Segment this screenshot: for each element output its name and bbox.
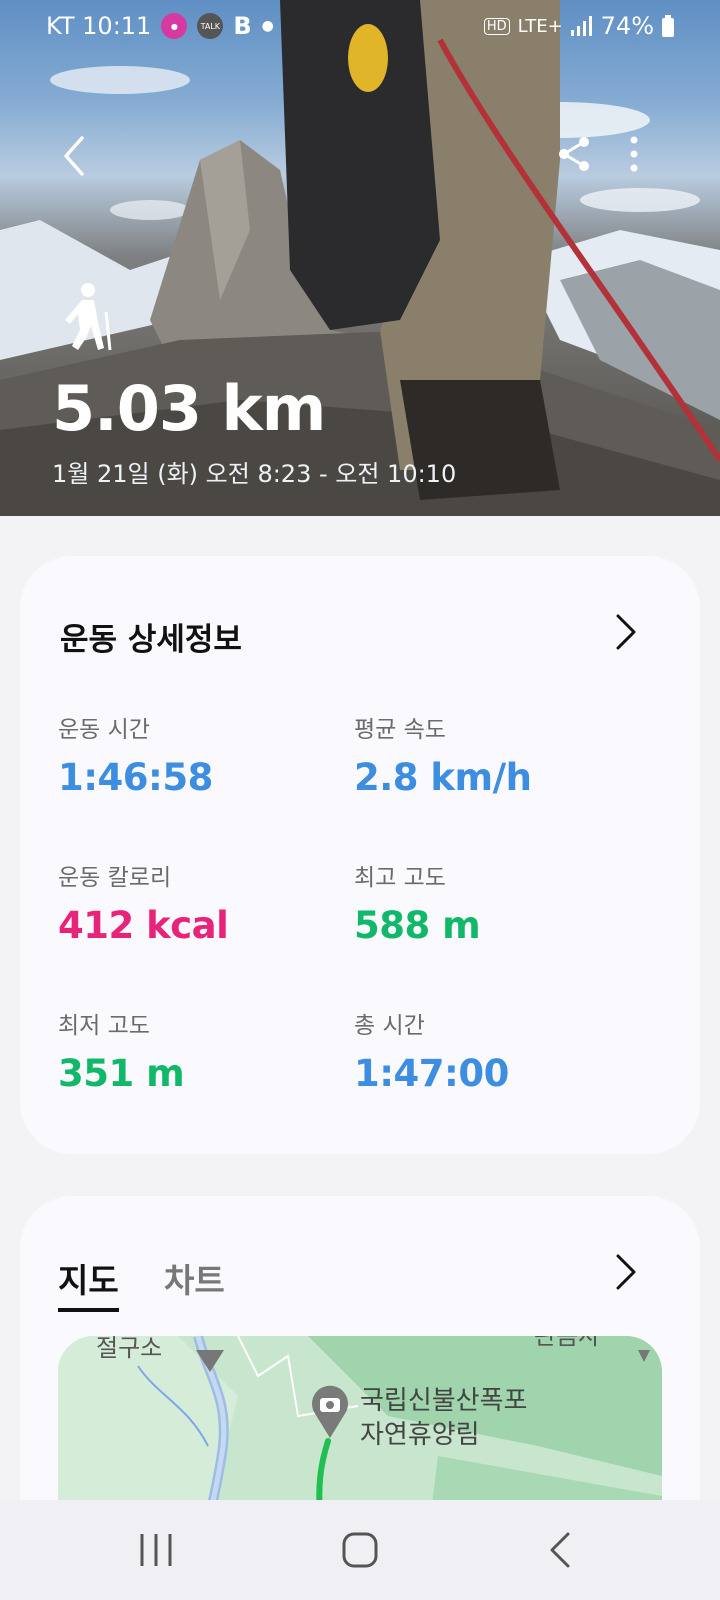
app-notification-icon: ● <box>161 13 188 39</box>
tab-map[interactable]: 지도 <box>58 1254 119 1312</box>
share-button[interactable] <box>554 134 594 174</box>
stat-min-altitude: 최저 고도 351 m <box>58 1006 185 1095</box>
signal-icon <box>570 16 592 36</box>
stat-value: 412 kcal <box>58 904 229 947</box>
place-label: 국립신불산폭포 자연휴양림 <box>360 1384 527 1452</box>
map-chevron-right-icon[interactable] <box>614 1252 638 1292</box>
stat-value: 1:47:00 <box>354 1052 509 1095</box>
hero-banner: KT 10:11 ● TALK B ● HD LTE+ 74% 5.03 km … <box>0 0 720 516</box>
more-options-button[interactable] <box>626 134 642 174</box>
details-chevron-right-icon[interactable] <box>614 612 638 652</box>
workout-date-range: 1월 21일 (화) 오전 8:23 - 오전 10:10 <box>52 460 457 488</box>
stat-value: 2.8 km/h <box>354 756 532 799</box>
stat-label: 운동 시간 <box>58 717 150 743</box>
hd-icon: HD <box>483 17 510 35</box>
network-type: LTE+ <box>517 15 563 37</box>
map-label-top-right: 관음사 <box>534 1336 601 1350</box>
details-title: 운동 상세정보 <box>60 622 242 658</box>
stat-max-altitude: 최고 고도 588 m <box>354 858 481 947</box>
stat-value: 351 m <box>58 1052 185 1095</box>
battery-percent: 74% <box>600 12 654 40</box>
system-navigation-bar <box>0 1500 720 1600</box>
stat-average-speed: 평균 속도 2.8 km/h <box>354 710 532 799</box>
map-label-top-left: 절구소 <box>96 1336 163 1362</box>
stat-value: 1:46:58 <box>58 756 213 799</box>
stat-label: 평균 속도 <box>354 717 446 743</box>
stat-label: 최고 고도 <box>354 865 446 891</box>
battery-icon <box>662 15 674 37</box>
status-bar: KT 10:11 ● TALK B ● HD LTE+ 74% <box>0 10 720 46</box>
workout-details-card[interactable]: 운동 상세정보 운동 시간 1:46:58 평균 속도 2.8 km/h 운동 … <box>20 556 700 1154</box>
stat-calories: 운동 칼로리 412 kcal <box>58 858 229 947</box>
total-distance: 5.03 km <box>52 372 326 445</box>
hiking-icon <box>65 283 112 351</box>
more-notifications-dot-icon: ● <box>261 18 274 34</box>
stat-workout-time: 운동 시간 1:46:58 <box>58 710 213 799</box>
stat-label: 운동 칼로리 <box>58 865 172 891</box>
talk-icon: TALK <box>197 13 224 39</box>
stat-label: 최저 고도 <box>58 1013 150 1039</box>
stat-total-time: 총 시간 1:47:00 <box>354 1006 509 1095</box>
place-label-line2: 자연휴양림 <box>360 1420 480 1450</box>
b-app-icon: B <box>233 12 252 40</box>
stat-value: 588 m <box>354 904 481 947</box>
stat-label: 총 시간 <box>354 1013 425 1039</box>
place-label-line1: 국립신불산폭포 <box>360 1386 528 1416</box>
recent-apps-button[interactable] <box>138 1528 174 1572</box>
camera-pin-icon[interactable] <box>310 1384 350 1440</box>
back-button[interactable] <box>56 132 96 180</box>
carrier-time: KT 10:11 <box>46 12 152 40</box>
system-back-button[interactable] <box>548 1528 572 1572</box>
home-button[interactable] <box>340 1528 380 1572</box>
tab-chart[interactable]: 차트 <box>164 1254 225 1302</box>
